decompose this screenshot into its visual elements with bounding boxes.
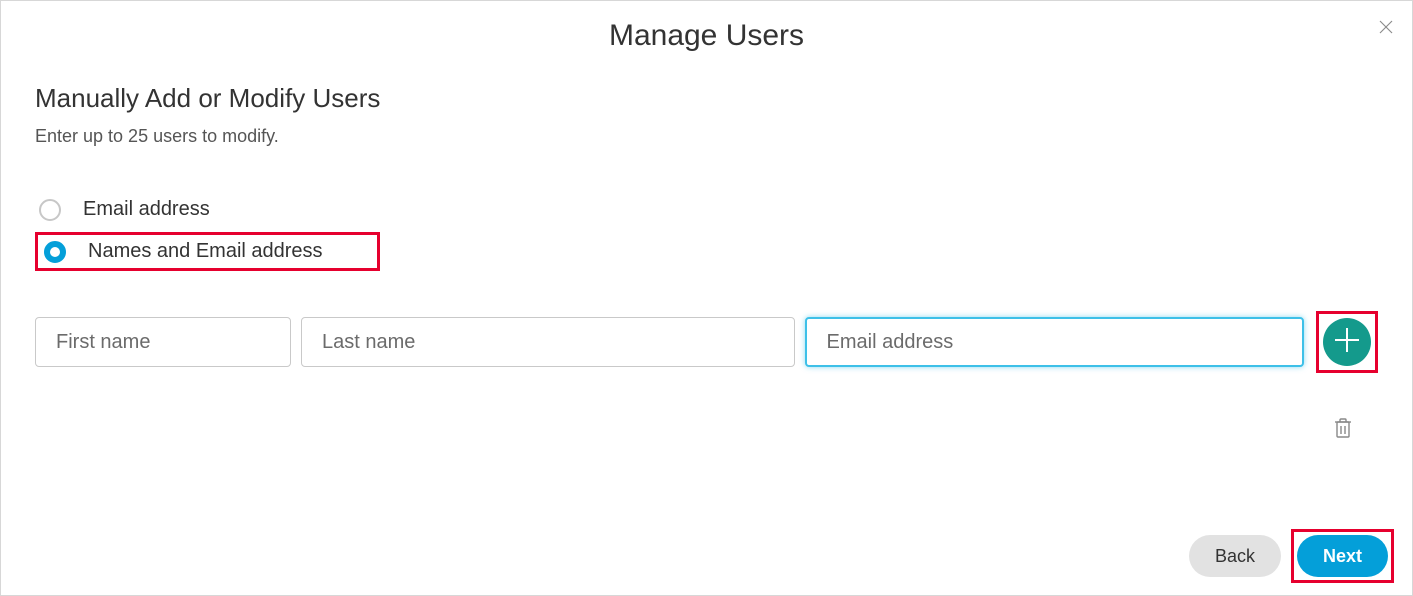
dialog-footer: Back Next xyxy=(1189,529,1394,583)
radio-names-and-email[interactable] xyxy=(44,241,66,263)
first-name-input[interactable] xyxy=(35,317,291,367)
dialog-title: Manage Users xyxy=(1,1,1412,63)
plus-icon xyxy=(1332,325,1362,360)
email-input[interactable] xyxy=(805,317,1304,367)
dialog-content: Manually Add or Modify Users Enter up to… xyxy=(1,63,1412,444)
section-title: Manually Add or Modify Users xyxy=(35,83,1378,114)
back-button[interactable]: Back xyxy=(1189,535,1281,577)
radio-label-email-only: Email address xyxy=(83,198,210,221)
last-name-input[interactable] xyxy=(301,317,795,367)
user-fields-row xyxy=(35,311,1378,373)
radio-row-email-only[interactable]: Email address xyxy=(35,195,1378,224)
radio-group: Email address Names and Email address xyxy=(35,195,1378,271)
radio-label-names-and-email: Names and Email address xyxy=(88,240,323,263)
highlight-add-button xyxy=(1316,311,1378,373)
manage-users-dialog: Manage Users Manually Add or Modify User… xyxy=(0,0,1413,596)
radio-row-names-and-email[interactable]: Names and Email address xyxy=(40,237,377,266)
close-icon[interactable] xyxy=(1374,15,1398,39)
next-button[interactable]: Next xyxy=(1297,535,1388,577)
section-subtitle: Enter up to 25 users to modify. xyxy=(35,126,1378,147)
radio-email-only[interactable] xyxy=(39,199,61,221)
add-user-button[interactable] xyxy=(1323,318,1371,366)
trash-icon[interactable] xyxy=(1334,417,1352,444)
highlight-names-and-email: Names and Email address xyxy=(35,232,380,271)
trash-row xyxy=(35,373,1378,444)
highlight-next-button: Next xyxy=(1291,529,1394,583)
